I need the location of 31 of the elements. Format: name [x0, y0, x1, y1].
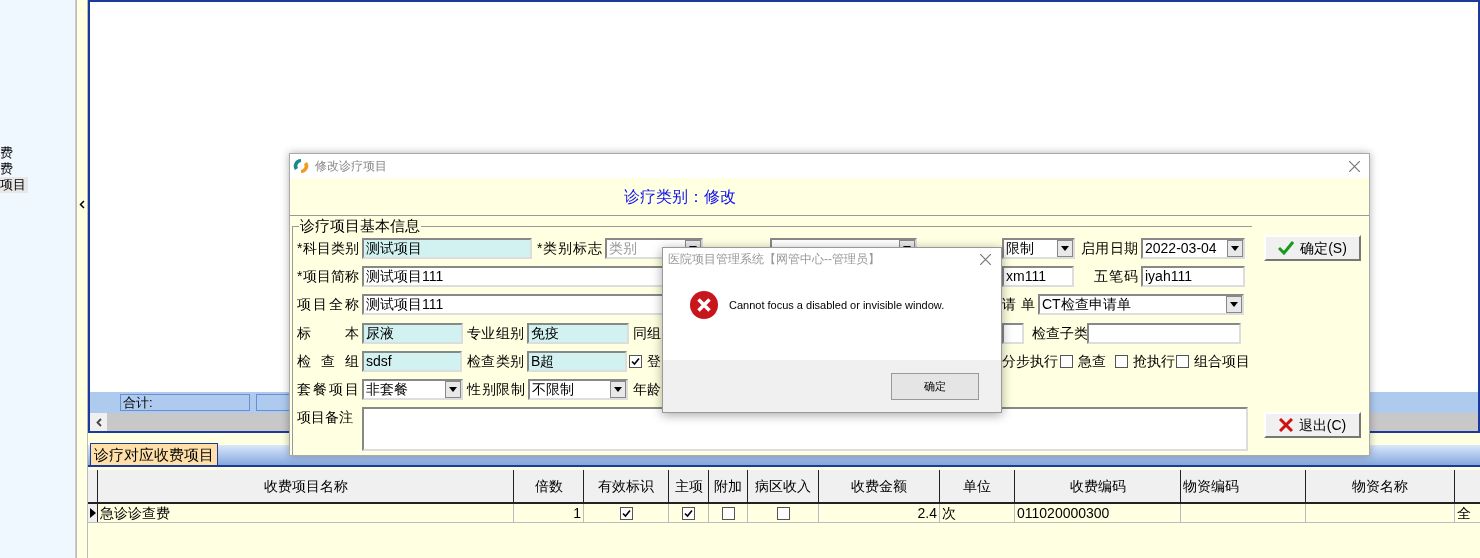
field-label: 项目全称 — [297, 295, 359, 314]
checkbox-label: 登 — [647, 352, 661, 371]
table-cell: 1 — [514, 504, 584, 522]
field-label: 专业组别 — [467, 324, 524, 343]
field-label: *科目类别 — [297, 239, 359, 258]
field-label: 性别限制 — [467, 380, 525, 399]
field-label: 同组 — [633, 324, 661, 343]
table-cell: 全 — [1455, 504, 1480, 522]
checkbox-label: 抢执行 — [1133, 352, 1175, 371]
field-label: 检查类别 — [467, 352, 524, 371]
field-label: 项目备注 — [297, 408, 354, 427]
checkbox-label: 组合项目 — [1194, 352, 1250, 371]
field-label: 检 查 组 — [297, 352, 359, 371]
field-label: 五笔码 — [1094, 267, 1138, 286]
table-cell: 011020000300 — [1015, 504, 1181, 522]
field-label: 启用日期 — [1081, 239, 1138, 258]
field-label: 年龄 — [633, 380, 661, 399]
table-cell: 急诊诊查费 — [98, 504, 514, 522]
field-label: 分步执行 — [1002, 352, 1058, 371]
checkbox-label: 急查 — [1078, 352, 1106, 371]
totals-label: 合计: — [120, 394, 250, 411]
field-label: 标 本 — [297, 324, 359, 343]
field-label: 请单 — [1002, 295, 1035, 314]
group-title: 诊疗项目基本信息 — [299, 217, 421, 235]
field-label: *类别标志 — [537, 239, 602, 258]
dialog-title: 修改诊疗项目 — [315, 158, 387, 175]
field-label: *项目简称 — [297, 267, 359, 286]
dialog-heading: 诊疗类别：修改 — [624, 186, 736, 207]
table-cell: 次 — [940, 504, 1015, 522]
table-cell: 2.4 — [819, 504, 940, 522]
field-label: 套餐项目 — [297, 380, 359, 399]
